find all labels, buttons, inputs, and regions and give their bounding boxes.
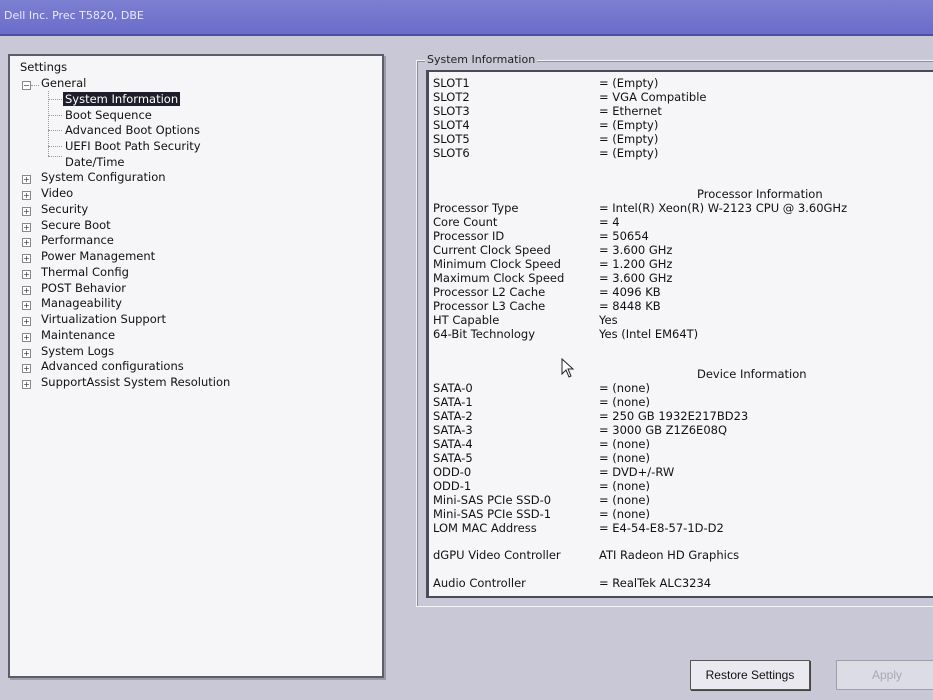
expand-icon[interactable]: + xyxy=(22,380,31,389)
tree-item-virtualization-support[interactable]: Virtualization Support xyxy=(41,312,166,326)
tree-item-system-configuration[interactable]: System Configuration xyxy=(41,170,166,184)
expand-icon[interactable]: + xyxy=(22,286,31,295)
expand-icon[interactable]: + xyxy=(22,175,31,184)
expand-icon[interactable]: + xyxy=(22,301,31,310)
expand-icon[interactable]: + xyxy=(22,254,31,263)
window-title: Dell Inc. Prec T5820, DBE xyxy=(4,9,144,22)
tree-item-boot-sequence[interactable]: Boot Sequence xyxy=(65,108,152,122)
expand-icon[interactable]: + xyxy=(22,317,31,326)
tree-item-advanced-configurations[interactable]: Advanced configurations xyxy=(41,359,184,373)
tree-item-thermal-config[interactable]: Thermal Config xyxy=(41,265,129,279)
tree-item-video[interactable]: Video xyxy=(41,186,73,200)
tree-item-manageability[interactable]: Manageability xyxy=(41,296,122,310)
tree-item-secure-boot[interactable]: Secure Boot xyxy=(41,218,111,232)
title-bar: Dell Inc. Prec T5820, DBE xyxy=(0,0,933,36)
expand-icon[interactable]: + xyxy=(22,270,31,279)
tree-item-system-information[interactable]: System Information xyxy=(63,92,181,106)
tree-item-system-logs[interactable]: System Logs xyxy=(41,344,114,358)
expand-icon[interactable]: + xyxy=(22,333,31,342)
expand-icon[interactable]: + xyxy=(22,223,31,232)
apply-button[interactable]: Apply xyxy=(836,660,933,690)
expand-icon[interactable]: + xyxy=(22,349,31,358)
mouse-pointer-icon xyxy=(561,358,575,378)
tree-root-settings: Settings xyxy=(20,60,68,74)
tree-item-post-behavior[interactable]: POST Behavior xyxy=(41,281,126,295)
expand-icon[interactable]: + xyxy=(22,207,31,216)
expand-icon[interactable]: + xyxy=(22,238,31,247)
tree-item-uefi-boot-path-security[interactable]: UEFI Boot Path Security xyxy=(65,139,201,153)
settings-tree-panel: Settings − General System Information Bo… xyxy=(8,54,384,678)
tree-item-security[interactable]: Security xyxy=(41,202,88,216)
system-information-list[interactable]: SLOT1 = (Empty) SLOT2 = VGA Compatible SLO… xyxy=(426,70,933,598)
collapse-icon[interactable]: − xyxy=(22,81,31,90)
tree-item-power-management[interactable]: Power Management xyxy=(41,249,155,263)
tree-item-supportassist[interactable]: SupportAssist System Resolution xyxy=(41,375,230,389)
tree-item-performance[interactable]: Performance xyxy=(41,233,114,247)
expand-icon[interactable]: + xyxy=(22,364,31,373)
tree-item-advanced-boot-options[interactable]: Advanced Boot Options xyxy=(65,123,200,137)
tree-item-maintenance[interactable]: Maintenance xyxy=(41,328,115,342)
expand-icon[interactable]: + xyxy=(22,191,31,200)
group-title: System Information xyxy=(425,53,538,66)
tree-item-general[interactable]: General xyxy=(41,76,86,90)
device-heading: Device Information xyxy=(697,367,807,381)
tree-item-date-time[interactable]: Date/Time xyxy=(65,155,125,169)
restore-settings-button[interactable]: Restore Settings xyxy=(690,660,810,690)
processor-heading: Processor Information xyxy=(697,187,823,201)
